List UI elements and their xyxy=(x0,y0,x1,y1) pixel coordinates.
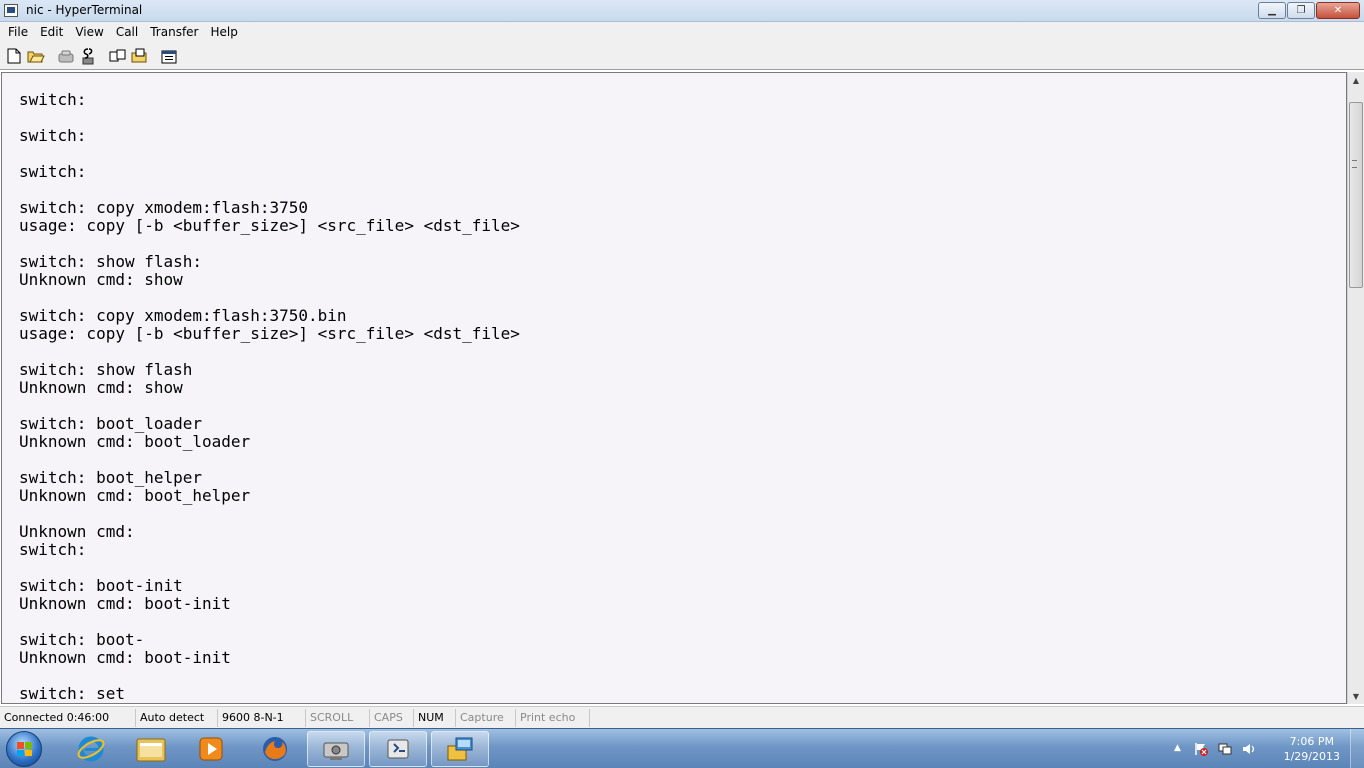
system-tray: ▲ 7:06 PM 1/29/2013 xyxy=(1174,729,1364,768)
terminal-line: Unknown cmd: show xyxy=(19,270,183,289)
taskbar: ▲ 7:06 PM 1/29/2013 xyxy=(0,728,1364,768)
hyperterminal-icon[interactable] xyxy=(369,731,427,767)
close-button[interactable]: ✕ xyxy=(1316,2,1360,19)
network-app-icon[interactable] xyxy=(307,731,365,767)
menu-edit[interactable]: Edit xyxy=(34,25,69,39)
scroll-down-button[interactable]: ▼ xyxy=(1348,688,1364,704)
show-hidden-icons-button[interactable]: ▲ xyxy=(1174,743,1181,753)
show-desktop-button[interactable] xyxy=(1350,729,1364,768)
terminal-line: switch: xyxy=(19,126,87,145)
menu-bar: File Edit View Call Transfer Help xyxy=(0,22,1364,42)
status-detect: Auto detect xyxy=(136,708,218,727)
menu-call[interactable]: Call xyxy=(110,25,144,39)
terminal-line: switch: boot_helper xyxy=(19,468,203,487)
clock-date: 1/29/2013 xyxy=(1283,750,1340,763)
start-button[interactable] xyxy=(6,731,42,767)
hyperterminal-app-icon[interactable] xyxy=(4,4,18,17)
scroll-thumb[interactable] xyxy=(1349,102,1363,288)
minimize-button[interactable]: ▁ xyxy=(1258,2,1286,19)
menu-file[interactable]: File xyxy=(2,25,34,39)
terminal-line: switch: boot-init xyxy=(19,576,183,595)
menu-view[interactable]: View xyxy=(69,25,109,39)
clock-time: 7:06 PM xyxy=(1289,735,1334,748)
call-icon[interactable] xyxy=(56,46,76,66)
terminal-line: Unknown cmd: xyxy=(19,522,135,541)
scroll-up-button[interactable]: ▲ xyxy=(1348,72,1364,88)
terminal-line: switch: copy xmodem:flash:3750.bin xyxy=(19,306,347,325)
title-bar[interactable]: nic - HyperTerminal ▁ ❐ ✕ xyxy=(0,0,1364,22)
terminal-line: Unknown cmd: boot_loader xyxy=(19,432,251,451)
status-print-echo: Print echo xyxy=(516,708,590,727)
terminal-line: switch: boot_loader xyxy=(19,414,203,433)
window-controls: ▁ ❐ ✕ xyxy=(1258,2,1360,19)
toolbar xyxy=(0,42,1364,70)
terminal-screen[interactable]: switch: switch: switch: switch: copy xmodem… xyxy=(1,72,1347,704)
new-file-icon[interactable] xyxy=(4,46,24,66)
terminal-line: Unknown cmd: boot-init xyxy=(19,648,231,667)
media-player-icon[interactable] xyxy=(182,731,240,767)
status-capture: Capture xyxy=(456,708,516,727)
terminal-line: switch: boot- xyxy=(19,630,145,649)
network-tray-icon[interactable] xyxy=(1218,742,1232,756)
internet-explorer-icon[interactable] xyxy=(62,731,120,767)
terminal-line: switch: show flash xyxy=(19,360,193,379)
menu-transfer[interactable]: Transfer xyxy=(144,25,204,39)
disconnect-icon[interactable] xyxy=(78,46,98,66)
terminal-line: switch: set xyxy=(19,684,125,703)
windows-explorer-icon[interactable] xyxy=(122,731,180,767)
status-bar: Connected 0:46:00 Auto detect 9600 8-N-1… xyxy=(0,706,1364,728)
clock[interactable]: 7:06 PM 1/29/2013 xyxy=(1284,734,1340,764)
tftp-app-icon[interactable] xyxy=(431,731,489,767)
maximize-button[interactable]: ❐ xyxy=(1287,2,1315,19)
terminal-output: switch: switch: switch: switch: copy xmodem… xyxy=(19,91,520,703)
terminal-line: usage: copy [-b <buffer_size>] <src_file… xyxy=(19,324,520,343)
volume-icon[interactable] xyxy=(1242,742,1256,756)
status-scroll: SCROLL xyxy=(306,708,370,727)
action-center-flag-icon[interactable] xyxy=(1194,742,1208,756)
window-title: nic - HyperTerminal xyxy=(26,3,143,17)
open-folder-icon[interactable] xyxy=(26,46,46,66)
terminal-line: switch: xyxy=(19,90,87,109)
status-settings: 9600 8-N-1 xyxy=(218,708,306,727)
terminal-line: usage: copy [-b <buffer_size>] <src_file… xyxy=(19,216,520,235)
terminal-line: Unknown cmd: show xyxy=(19,378,183,397)
terminal-line: switch: show flash: xyxy=(19,252,203,271)
status-connected: Connected 0:46:00 xyxy=(0,708,136,727)
status-caps: CAPS xyxy=(370,708,414,727)
terminal-line: switch: xyxy=(19,540,87,559)
windows-flag-icon xyxy=(17,742,32,756)
receive-file-icon[interactable] xyxy=(130,46,150,66)
terminal-line: Unknown cmd: boot_helper xyxy=(19,486,251,505)
properties-icon[interactable] xyxy=(160,46,180,66)
firefox-icon[interactable] xyxy=(246,731,304,767)
terminal-line: Unknown cmd: boot-init xyxy=(19,594,231,613)
terminal-line: switch: copy xmodem:flash:3750 xyxy=(19,198,308,217)
send-file-icon[interactable] xyxy=(108,46,128,66)
scroll-grip-icon xyxy=(1352,160,1357,168)
terminal-line: switch: xyxy=(19,162,87,181)
status-num: NUM xyxy=(414,708,456,727)
menu-help[interactable]: Help xyxy=(205,25,244,39)
vertical-scrollbar[interactable]: ▲ ▼ xyxy=(1347,72,1364,704)
